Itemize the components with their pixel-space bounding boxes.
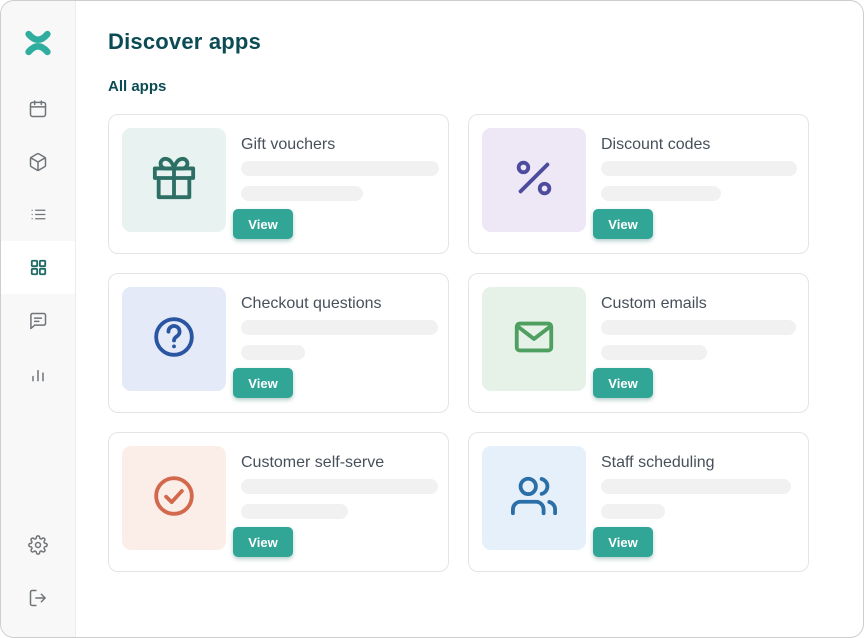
- package-icon: [28, 152, 48, 172]
- placeholder-line-2: [241, 186, 363, 201]
- placeholder-line-2: [241, 504, 348, 519]
- placeholder-line-2: [601, 186, 721, 201]
- placeholder-line-1: [241, 479, 438, 494]
- sidebar-item-settings[interactable]: [1, 518, 75, 571]
- calendar-icon: [28, 99, 48, 119]
- placeholder-line-1: [241, 320, 438, 335]
- grid-icon: [29, 258, 48, 277]
- apps-grid: Gift vouchers View Discount codes View Check…: [108, 114, 863, 572]
- check-circle-icon: [151, 473, 197, 524]
- view-button[interactable]: View: [233, 209, 293, 239]
- section-title: All apps: [108, 77, 863, 96]
- view-button[interactable]: View: [593, 368, 653, 398]
- app-card-checkout-questions: Checkout questions View: [108, 273, 449, 413]
- page-title: Discover apps: [108, 29, 863, 55]
- sidebar: [1, 1, 76, 637]
- card-body: Staff schedulingView: [601, 446, 795, 557]
- placeholder-line-1: [601, 320, 796, 335]
- app-card-staff-scheduling: Staff scheduling View: [468, 432, 809, 572]
- placeholder-line-2: [241, 345, 305, 360]
- view-button[interactable]: View: [593, 527, 653, 557]
- main-content: Discover apps All apps Gift vouchers View…: [76, 1, 863, 637]
- card-title: Gift vouchers: [241, 135, 435, 155]
- bar-chart-icon: [28, 364, 48, 384]
- view-button[interactable]: View: [233, 527, 293, 557]
- view-button[interactable]: View: [233, 368, 293, 398]
- message-icon: [28, 311, 48, 331]
- users-icon: [511, 473, 557, 524]
- sidebar-item-package[interactable]: [1, 135, 75, 188]
- placeholder-line-2: [601, 345, 707, 360]
- card-body: Checkout questionsView: [241, 287, 435, 398]
- app-icon-tile: [482, 446, 586, 550]
- gift-icon: [151, 155, 197, 206]
- logout-icon: [28, 588, 48, 608]
- card-body: Customer self-serveView: [241, 446, 435, 557]
- brand-logo-icon[interactable]: [23, 28, 53, 58]
- view-button[interactable]: View: [593, 209, 653, 239]
- placeholder-line-1: [601, 161, 797, 176]
- card-body: Gift vouchersView: [241, 128, 435, 239]
- sidebar-item-list[interactable]: [1, 188, 75, 241]
- gear-icon: [28, 535, 48, 555]
- app-icon-tile: [122, 287, 226, 391]
- app-icon-tile: [122, 446, 226, 550]
- app-icon-tile: [482, 128, 586, 232]
- sidebar-nav: [1, 82, 75, 400]
- app-window: Discover apps All apps Gift vouchers View…: [0, 0, 864, 638]
- placeholder-line-1: [241, 161, 439, 176]
- mail-icon: [511, 314, 557, 365]
- app-card-gift-vouchers: Gift vouchers View: [108, 114, 449, 254]
- sidebar-item-calendar[interactable]: [1, 82, 75, 135]
- sidebar-item-messages[interactable]: [1, 294, 75, 347]
- card-title: Staff scheduling: [601, 453, 795, 473]
- card-body: Discount codesView: [601, 128, 795, 239]
- placeholder-line-2: [601, 504, 665, 519]
- sidebar-footer: [1, 518, 75, 637]
- sidebar-item-apps[interactable]: [1, 241, 75, 294]
- app-icon-tile: [122, 128, 226, 232]
- placeholder-line-1: [601, 479, 791, 494]
- sidebar-item-logout[interactable]: [1, 571, 75, 624]
- card-title: Customer self-serve: [241, 453, 435, 473]
- question-circle-icon: [151, 314, 197, 365]
- app-card-customer-self-serve: Customer self-serve View: [108, 432, 449, 572]
- percent-icon: [511, 155, 557, 206]
- card-title: Custom emails: [601, 294, 795, 314]
- sidebar-item-reports[interactable]: [1, 347, 75, 400]
- card-title: Checkout questions: [241, 294, 435, 314]
- card-body: Custom emailsView: [601, 287, 795, 398]
- app-icon-tile: [482, 287, 586, 391]
- list-icon: [30, 206, 47, 223]
- app-card-custom-emails: Custom emails View: [468, 273, 809, 413]
- card-title: Discount codes: [601, 135, 795, 155]
- app-card-discount-codes: Discount codes View: [468, 114, 809, 254]
